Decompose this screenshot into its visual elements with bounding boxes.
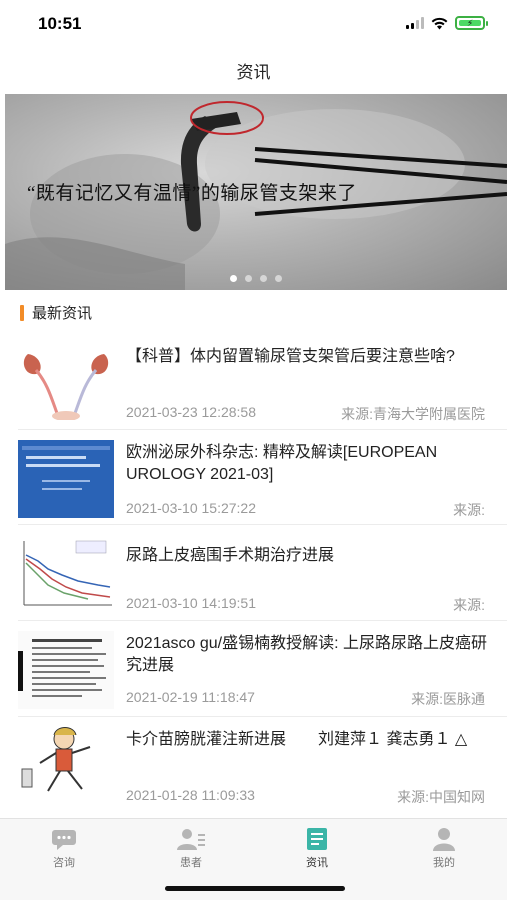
carousel-dot[interactable] bbox=[230, 275, 237, 282]
wifi-icon bbox=[431, 17, 448, 29]
news-source: 来源: bbox=[453, 502, 485, 518]
document-thumbnail bbox=[18, 631, 114, 709]
news-title: 【科普】体内留置输尿管支架管后要注意些啥? bbox=[126, 348, 455, 365]
signal-icon bbox=[406, 17, 424, 29]
section-title: 最新资讯 bbox=[32, 305, 93, 322]
news-title: 欧洲泌尿外科杂志: 精粹及解读[EUROPEAN UROLOGY 2021-03… bbox=[126, 444, 438, 483]
chat-icon bbox=[52, 830, 76, 850]
tab-label: 咨询 bbox=[53, 857, 75, 869]
news-item[interactable]: 卡介苗膀胱灌注新进展 刘建萍１ 龚志勇１ △ 2021-01-28 11:09:… bbox=[0, 717, 507, 813]
news-date: 2021-03-23 12:28:58 bbox=[126, 404, 256, 420]
kidney-ureter-thumbnail bbox=[18, 342, 114, 420]
status-time: 10:51 bbox=[38, 14, 82, 33]
carousel-dot[interactable] bbox=[275, 275, 282, 282]
news-title: 2021asco gu/盛锡楠教授解读: 上尿路尿路上皮癌研究进展 bbox=[126, 635, 487, 674]
news-date: 2021-02-19 11:18:47 bbox=[126, 689, 255, 705]
tab-news[interactable]: 资讯 bbox=[277, 827, 357, 870]
carousel-dots bbox=[5, 275, 507, 282]
news-source: 来源:医脉通 bbox=[411, 691, 485, 707]
news-source: 来源:中国知网 bbox=[397, 789, 485, 805]
news-item[interactable]: 欧洲泌尿外科杂志: 精粹及解读[EUROPEAN UROLOGY 2021-03… bbox=[0, 430, 507, 525]
news-date: 2021-01-28 11:09:33 bbox=[126, 787, 255, 803]
tab-profile[interactable]: 我的 bbox=[404, 827, 484, 870]
news-item[interactable]: 尿路上皮癌围手术期治疗进展 2021-03-10 14:19:51 来源: bbox=[0, 525, 507, 621]
journal-cover-thumbnail bbox=[18, 440, 114, 518]
home-indicator[interactable] bbox=[165, 886, 345, 891]
tab-bar: 咨询 患者 资讯 我的 bbox=[0, 818, 507, 900]
news-source: 来源:青海大学附属医院 bbox=[341, 406, 485, 422]
section-header: 最新资讯 bbox=[20, 302, 92, 323]
carousel-dot[interactable] bbox=[245, 275, 252, 282]
tab-consult[interactable]: 咨询 bbox=[24, 827, 104, 870]
profile-icon bbox=[433, 828, 455, 851]
news-source: 来源: bbox=[453, 597, 485, 613]
carousel-dot[interactable] bbox=[260, 275, 267, 282]
patients-icon bbox=[177, 829, 205, 850]
banner-carousel[interactable]: “既有记忆又有温情”的输尿管支架来了 bbox=[5, 94, 507, 290]
page-title: 资讯 bbox=[236, 62, 271, 82]
banner-caption: “既有记忆又有温情”的输尿管支架来了 bbox=[27, 183, 357, 204]
tab-label: 患者 bbox=[180, 857, 202, 869]
status-icons: ⚡ bbox=[406, 16, 488, 30]
tab-label: 资讯 bbox=[306, 857, 328, 869]
section-accent-bar bbox=[20, 304, 24, 321]
news-title: 尿路上皮癌围手术期治疗进展 bbox=[126, 547, 335, 564]
news-title: 卡介苗膀胱灌注新进展 刘建萍１ 龚志勇１ △ bbox=[126, 731, 468, 748]
survival-chart-thumbnail bbox=[18, 535, 114, 613]
news-item[interactable]: 【科普】体内留置输尿管支架管后要注意些啥? 2021-03-23 12:28:5… bbox=[0, 330, 507, 430]
cartoon-thumbnail bbox=[18, 725, 114, 803]
news-icon bbox=[307, 828, 327, 850]
news-date: 2021-03-10 15:27:22 bbox=[126, 500, 256, 516]
battery-charging-icon: ⚡ bbox=[455, 16, 488, 30]
tab-label: 我的 bbox=[433, 857, 455, 869]
tab-patients[interactable]: 患者 bbox=[151, 827, 231, 870]
status-bar: 10:51 ⚡ bbox=[0, 0, 507, 48]
news-date: 2021-03-10 14:19:51 bbox=[126, 595, 256, 611]
news-item[interactable]: 2021asco gu/盛锡楠教授解读: 上尿路尿路上皮癌研究进展 2021-0… bbox=[0, 621, 507, 717]
nav-bar: 资讯 bbox=[0, 48, 507, 92]
